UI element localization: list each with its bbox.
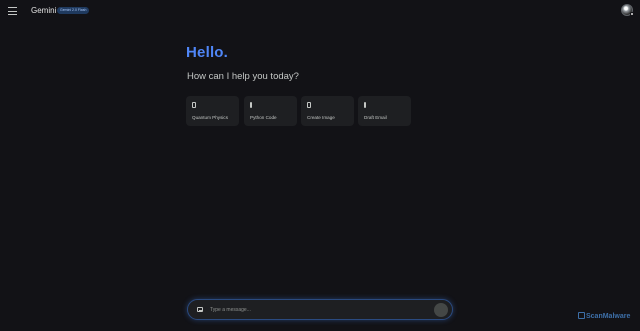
suggestion-label: Python Code: [250, 115, 277, 120]
document-icon: [192, 102, 196, 108]
suggestion-label: Draft Email: [364, 115, 387, 120]
scanmalware-logo-icon: [578, 312, 585, 319]
send-button[interactable]: [434, 303, 448, 317]
top-bar: Gemini Gemini 2.0 Flash: [0, 0, 640, 22]
menu-icon[interactable]: [8, 7, 17, 15]
watermark-text: ScanMalware: [586, 313, 631, 320]
suggestion-card-quantum-physics[interactable]: Quantum Physics: [186, 96, 239, 126]
image-attach-icon[interactable]: [197, 307, 203, 312]
status-dot-icon: [630, 12, 634, 16]
app-title: Gemini: [31, 6, 57, 15]
suggestion-card-python-code[interactable]: Python Code: [244, 96, 297, 126]
suggestion-label: Quantum Physics: [192, 115, 228, 120]
watermark: ScanMalware: [578, 312, 630, 320]
message-input[interactable]: [210, 304, 410, 315]
greeting-title: Hello.: [186, 44, 229, 61]
model-badge[interactable]: Gemini 2.0 Flash: [57, 7, 90, 14]
suggestion-card-draft-email[interactable]: Draft Email: [358, 96, 411, 126]
suggestion-label: Create Image: [307, 115, 335, 120]
image-icon: [307, 102, 311, 108]
suggestion-card-create-image[interactable]: Create Image: [301, 96, 354, 126]
code-icon: [250, 102, 252, 108]
email-icon: [364, 102, 366, 108]
greeting-subtitle: How can I help you today?: [187, 71, 299, 82]
message-composer: [187, 299, 453, 320]
